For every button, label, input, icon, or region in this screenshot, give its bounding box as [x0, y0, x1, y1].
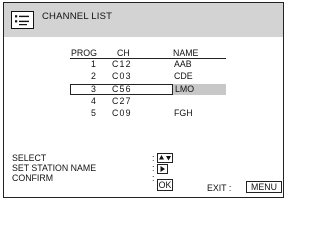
column-header-prog: PROG — [71, 48, 97, 58]
set-station-colon: : — [152, 163, 155, 173]
confirm-label: CONFIRM — [12, 173, 54, 183]
row-ch: C12 — [112, 59, 132, 69]
channel-list-window: CHANNEL LIST PROG CH NAME 1 C12 AAB 2 C0… — [3, 2, 284, 198]
row-name: FGH — [174, 108, 193, 118]
row-name: CDE — [174, 71, 193, 81]
confirm-colon: : — [152, 173, 155, 183]
menu-list-icon — [11, 11, 34, 29]
exit-label-text: EXIT — [207, 183, 227, 193]
row-prog: 1 — [91, 59, 96, 69]
set-station-name-label: SET STATION NAME — [12, 163, 97, 173]
up-down-arrows-icon[interactable] — [157, 153, 173, 163]
row-prog: 5 — [91, 108, 96, 118]
exit-label: EXIT : — [207, 183, 231, 193]
row-ch: C09 — [112, 108, 132, 118]
exit-colon: : — [228, 183, 232, 193]
column-header-ch: CH — [117, 48, 130, 58]
column-header-name: NAME — [173, 48, 199, 58]
right-arrow-icon[interactable] — [157, 164, 168, 174]
row-name: AAB — [174, 59, 192, 69]
row-prog: 3 — [91, 84, 96, 94]
row-ch: C56 — [112, 84, 132, 94]
row-prog: 4 — [91, 96, 96, 106]
title-bar: CHANNEL LIST — [4, 3, 283, 37]
page-title: CHANNEL LIST — [42, 11, 113, 22]
row-prog: 2 — [91, 71, 96, 81]
row-name: LMO — [175, 84, 195, 94]
row-ch: C27 — [112, 96, 132, 106]
select-label: SELECT — [12, 153, 47, 163]
ok-button[interactable]: OK — [157, 179, 173, 191]
select-colon: : — [152, 153, 155, 163]
row-ch: C03 — [112, 71, 132, 81]
menu-button[interactable]: MENU — [246, 181, 282, 193]
